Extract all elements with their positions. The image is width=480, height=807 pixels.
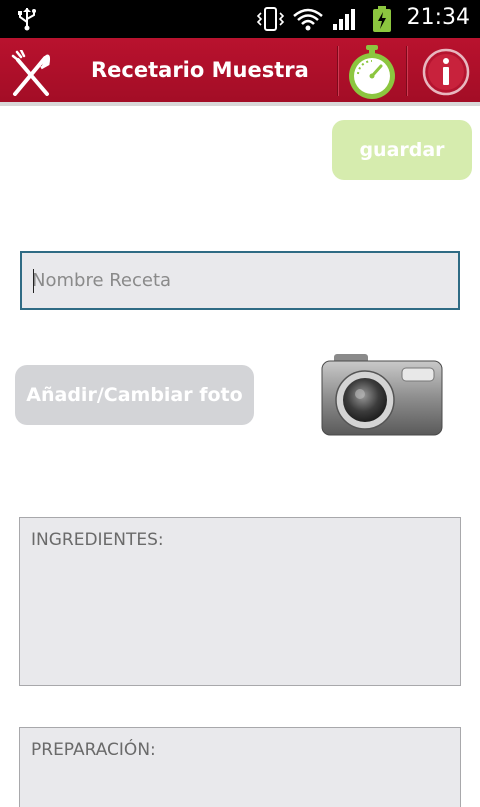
status-bar: 21:34 [0, 0, 480, 38]
add-photo-button[interactable]: Añadir/Cambiar foto [15, 365, 254, 425]
stopwatch-icon[interactable] [345, 44, 399, 100]
divider [406, 46, 408, 96]
battery-charging-icon [373, 6, 391, 32]
app-bar: Recetario Muestra [0, 38, 480, 106]
divider [337, 46, 339, 96]
signal-icon [333, 9, 355, 30]
camera-icon[interactable] [320, 352, 444, 438]
vibrate-icon [256, 7, 285, 31]
preparation-textarea[interactable]: PREPARACIÓN: [19, 727, 461, 807]
app-title: Recetario Muestra [91, 58, 309, 82]
status-time: 21:34 [406, 5, 470, 30]
wifi-icon [293, 8, 323, 31]
ingredients-textarea[interactable]: INGREDIENTES: [19, 517, 461, 686]
fork-knife-icon[interactable] [10, 50, 52, 96]
save-button[interactable]: guardar [332, 120, 472, 180]
info-icon[interactable] [422, 48, 470, 96]
usb-icon [18, 8, 36, 31]
recipe-name-input[interactable]: Nombre Receta [20, 251, 460, 310]
